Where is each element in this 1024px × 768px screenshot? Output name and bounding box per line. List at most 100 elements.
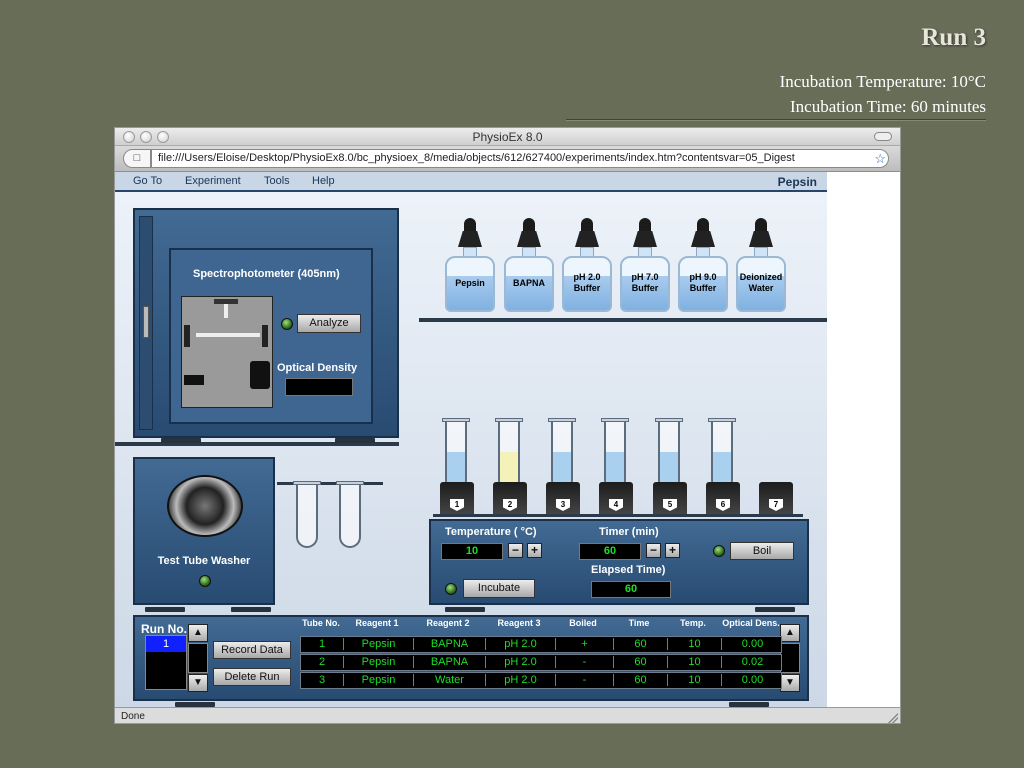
reagent-shelf <box>419 318 827 322</box>
table-row[interactable]: 3 Pepsin Water pH 2.0-60 10 0.00 <box>300 672 782 689</box>
temperature-label: Temperature ( °C) <box>445 526 537 538</box>
dropper-bulb <box>458 231 482 247</box>
reagent-bottle[interactable]: Pepsin <box>445 218 495 312</box>
bottle-label: pH 9.0 Buffer <box>689 272 717 293</box>
record-data-button[interactable]: Record Data <box>213 641 291 659</box>
browser-window: PhysioEx 8.0 □ file:///Users/Eloise/Desk… <box>114 127 901 724</box>
test-tube[interactable] <box>442 418 470 491</box>
title-divider <box>566 119 986 121</box>
delete-run-button[interactable]: Delete Run <box>213 668 291 686</box>
resize-grip-icon[interactable] <box>888 713 898 723</box>
bookmark-star-icon[interactable]: ☆ <box>874 150 886 167</box>
table-column-header: Reagent 1 <box>355 618 399 628</box>
table-cell: - <box>555 674 613 686</box>
clean-test-tube[interactable] <box>336 481 364 548</box>
incubation-time-text: Incubation Time: 60 minutes <box>790 97 986 116</box>
test-tube[interactable] <box>655 418 683 491</box>
optical-density-label: Optical Density <box>277 362 358 374</box>
run-scroll-down-button[interactable]: ▼ <box>188 674 208 692</box>
address-bar[interactable]: file:///Users/Eloise/Desktop/PhysioEx8.0… <box>151 149 889 168</box>
table-scrollbar-track[interactable] <box>780 643 800 673</box>
cabinet-foot <box>335 438 375 443</box>
test-tube[interactable] <box>708 418 736 491</box>
tube-holder[interactable]: 6 <box>706 482 740 514</box>
table-cell: BAPNA <box>413 638 485 650</box>
title-bar: PhysioEx 8.0 <box>115 128 900 146</box>
dropper-bulb <box>517 231 541 247</box>
temperature-display: 10 <box>441 543 503 560</box>
tube-holder[interactable]: 4 <box>599 482 633 514</box>
menu-experiment[interactable]: Experiment <box>185 175 241 187</box>
bottle-label: pH 7.0 Buffer <box>631 272 659 293</box>
incubate-button[interactable]: Incubate <box>463 579 535 598</box>
tube-holder[interactable]: 3 <box>546 482 580 514</box>
run-list[interactable]: 1 <box>145 635 187 690</box>
table-row[interactable]: 1 Pepsin BAPNA pH 2.0 +60 10 0.00 <box>300 636 782 653</box>
dropper-cap-icon <box>581 218 593 232</box>
spectrophotometer-title: Spectrophotometer (405nm) <box>193 268 340 280</box>
timer-decrease-button[interactable]: − <box>646 543 661 558</box>
chamber-knob-large <box>250 361 270 389</box>
tube-rim <box>336 481 364 485</box>
spectrophotometer-panel: Spectrophotometer (405nm) Analyze Optica… <box>169 248 373 424</box>
run-list-selected-item[interactable]: 1 <box>146 636 186 652</box>
controls-foot <box>755 607 795 612</box>
washer-label: Test Tube Washer <box>157 555 251 567</box>
bottle-label: BAPNA <box>512 277 545 288</box>
window-title: PhysioEx 8.0 <box>472 130 543 144</box>
clean-test-tube[interactable] <box>293 481 321 548</box>
tube-holder[interactable]: 7 <box>759 482 793 514</box>
tube-number-badge: 6 <box>716 499 730 511</box>
test-tube[interactable] <box>548 418 576 491</box>
toolbar-toggle-button[interactable] <box>874 132 892 141</box>
table-down-button[interactable]: ▼ <box>780 674 800 692</box>
tube-rim <box>548 418 576 422</box>
elapsed-time-label: Elapsed Time) <box>591 564 666 576</box>
slide-title: Run 3 <box>921 24 986 51</box>
reagent-bottle[interactable]: pH 9.0 Buffer <box>678 218 728 312</box>
temperature-decrease-button[interactable]: − <box>508 543 523 558</box>
table-cell: 60 <box>613 674 667 686</box>
reagent-bottle[interactable]: BAPNA <box>504 218 554 312</box>
tube-holder[interactable]: 2 <box>493 482 527 514</box>
temperature-increase-button[interactable]: + <box>527 543 542 558</box>
table-cell: 60 <box>613 638 667 650</box>
tube-holder[interactable]: 1 <box>440 482 474 514</box>
tube-rim <box>442 418 470 422</box>
table-row[interactable]: 2 Pepsin BAPNA pH 2.0-60 10 0.02 <box>300 654 782 671</box>
timer-increase-button[interactable]: + <box>665 543 680 558</box>
table-column-header: Reagent 3 <box>497 618 541 628</box>
menu-go-to[interactable]: Go To <box>133 175 162 187</box>
dropper-cap-icon <box>639 218 651 232</box>
boil-button[interactable]: Boil <box>730 542 794 560</box>
optical-density-display <box>285 378 353 396</box>
chamber-left-block <box>184 325 190 347</box>
run-scroll-up-button[interactable]: ▲ <box>188 624 208 642</box>
test-tube[interactable] <box>601 418 629 491</box>
table-up-button[interactable]: ▲ <box>780 624 800 642</box>
table-cell: Pepsin <box>343 674 413 686</box>
analyze-button[interactable]: Analyze <box>297 314 361 333</box>
results-table: Tube No. Reagent 1 Reagent 2 Reagent 3 Boile… <box>300 618 782 691</box>
run-scrollbar-track[interactable] <box>188 643 208 673</box>
table-cell: 10 <box>667 674 721 686</box>
menu-tools[interactable]: Tools <box>264 175 290 187</box>
menu-help[interactable]: Help <box>312 175 335 187</box>
test-tube[interactable] <box>495 418 523 491</box>
run-number-label: Run No. <box>141 622 187 636</box>
washer-drum-icon[interactable] <box>167 475 243 537</box>
washer-indicator-light <box>199 575 211 587</box>
status-bar: Done <box>115 707 900 723</box>
incubation-controls: Temperature ( °C) 10 − + Timer (min) 60 … <box>429 519 809 605</box>
page-icon[interactable]: □ <box>123 149 151 168</box>
tube-number-badge: 7 <box>769 499 783 511</box>
reagent-bottle[interactable]: pH 7.0 Buffer <box>620 218 670 312</box>
reagent-bottle[interactable]: Deionized Water <box>736 218 786 312</box>
tube-number-badge: 3 <box>556 499 570 511</box>
chamber-bar <box>196 333 260 337</box>
cabinet-handle[interactable] <box>143 306 149 338</box>
tube-holder[interactable]: 5 <box>653 482 687 514</box>
tube-rack-base <box>433 514 803 517</box>
boil-indicator-light <box>713 545 725 557</box>
reagent-bottle[interactable]: pH 2.0 Buffer <box>562 218 612 312</box>
